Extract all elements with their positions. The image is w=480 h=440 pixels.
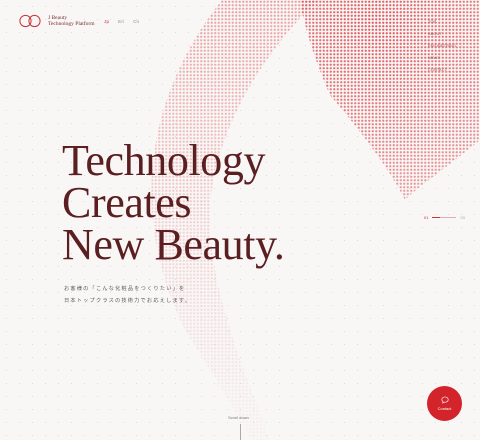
hero-title: Technology Creates New Beauty. [62,136,285,269]
hero-title-line2: Creates [62,178,192,227]
slide-total: 03 [460,215,465,220]
lang-cn[interactable]: Cn [133,19,139,24]
slide-progress-track [432,217,457,218]
contact-button-label: Contact [437,406,452,411]
brand-name: J Beauty Technology Platform [48,15,95,28]
nav-item-engineering[interactable]: ENGINEERING [428,40,456,52]
hero-title-line3: New Beauty. [62,220,285,269]
scroll-down-label: Scroll down [228,415,249,420]
slide-progress-fill [432,217,441,218]
chat-bubble-icon [440,396,449,404]
lang-en[interactable]: En [118,19,124,24]
contact-button[interactable]: Contact [427,386,462,421]
hero-subtitle-line1: お客様の「こんな化粧品をつくりたい」を [64,286,186,292]
slide-current: 01 [424,215,429,220]
hero-title-line1: Technology [62,136,266,185]
hero-subtitle: お客様の「こんな化粧品をつくりたい」を 日本トップクラスの技術力でお応えします。 [64,283,191,307]
slide-indicator: 01 03 [424,215,465,220]
nav-item-contact[interactable]: CONTACT [428,64,456,76]
brand-name-line2: Technology Platform [48,21,95,27]
nav-item-about[interactable]: ABOUT [428,28,456,40]
nav-item-top[interactable]: TOP [428,16,456,28]
main-nav: TOP ABOUT ENGINEERING NEWS CONTACT [428,16,456,76]
language-switcher: Jp En Cn [104,19,139,24]
scroll-indicator[interactable]: Scroll down [228,415,249,440]
lang-jp[interactable]: Jp [104,19,109,24]
infinity-ring-logo-icon [19,14,41,28]
scroll-down-line [240,424,241,440]
brand-logo[interactable]: J Beauty Technology Platform [18,14,95,28]
hero-subtitle-line2: 日本トップクラスの技術力でお応えします。 [64,298,192,304]
nav-item-news[interactable]: NEWS [428,52,456,64]
